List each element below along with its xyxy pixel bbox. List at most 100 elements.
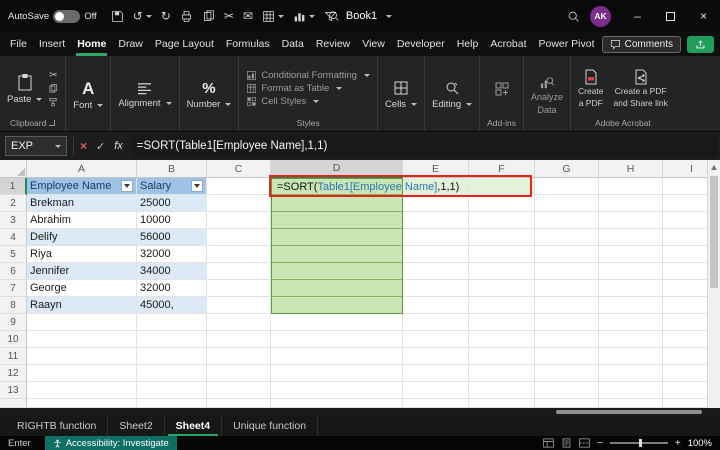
row-header[interactable]: 3 (0, 212, 27, 229)
col-header-a[interactable]: A (27, 160, 137, 178)
autosave-toggle[interactable]: AutoSave Off (8, 10, 97, 23)
cell[interactable] (535, 348, 599, 365)
addins-button[interactable] (494, 81, 510, 97)
cell[interactable] (403, 331, 469, 348)
tab-formulas[interactable]: Formulas (220, 34, 276, 56)
cell-name[interactable]: Abrahim (27, 212, 137, 229)
autosave-switch[interactable] (53, 10, 80, 23)
cell[interactable] (599, 212, 663, 229)
cell-salary[interactable]: 25000 (137, 195, 207, 212)
cell[interactable] (535, 263, 599, 280)
cell-name[interactable]: Delify (27, 229, 137, 246)
copy-icon[interactable] (48, 84, 58, 94)
cell[interactable] (469, 331, 535, 348)
cell[interactable] (27, 314, 137, 331)
row-header[interactable] (0, 399, 27, 408)
zoom-in-button[interactable]: + (675, 438, 681, 449)
analyze-data-button[interactable]: Analyze Data (531, 75, 563, 116)
row-header[interactable]: 9 (0, 314, 27, 331)
page-layout-view-icon[interactable] (561, 438, 572, 448)
tab-data[interactable]: Data (276, 34, 310, 56)
cell[interactable] (403, 246, 469, 263)
enter-button[interactable]: ✓ (96, 140, 105, 153)
cell[interactable] (599, 399, 663, 408)
zoom-slider[interactable] (610, 442, 668, 444)
tab-help[interactable]: Help (451, 34, 485, 56)
cell-salary[interactable]: 45000, (137, 297, 207, 314)
col-header-d[interactable]: D (271, 160, 403, 178)
cell[interactable] (403, 280, 469, 297)
row-header[interactable]: 8 (0, 297, 27, 314)
cell[interactable] (535, 297, 599, 314)
cell-name[interactable]: George (27, 280, 137, 297)
cell[interactable] (403, 314, 469, 331)
mail-icon[interactable]: ✉ (243, 10, 253, 22)
col-header-b[interactable]: B (137, 160, 207, 178)
row-header[interactable]: 12 (0, 365, 27, 382)
spill-cell[interactable] (271, 212, 403, 229)
cell[interactable] (207, 212, 271, 229)
tab-developer[interactable]: Developer (391, 34, 451, 56)
filter-dropdown-icon[interactable] (121, 180, 133, 192)
spill-cell[interactable] (271, 297, 403, 314)
cell[interactable] (535, 212, 599, 229)
cell[interactable] (535, 365, 599, 382)
cell[interactable] (403, 212, 469, 229)
cell[interactable] (207, 178, 271, 195)
spill-cell[interactable] (271, 229, 403, 246)
tab-view[interactable]: View (356, 34, 391, 56)
cell[interactable] (535, 229, 599, 246)
row-header[interactable]: 11 (0, 348, 27, 365)
tab-insert[interactable]: Insert (33, 34, 71, 56)
cell[interactable] (207, 382, 271, 399)
name-box[interactable]: EXP (5, 136, 67, 156)
cell[interactable] (207, 229, 271, 246)
cell[interactable] (469, 246, 535, 263)
cell[interactable] (599, 246, 663, 263)
tab-power-pivot[interactable]: Power Pivot (533, 34, 601, 56)
row-header[interactable]: 7 (0, 280, 27, 297)
cell[interactable] (403, 365, 469, 382)
table-icon[interactable] (262, 10, 284, 23)
cell[interactable] (137, 314, 207, 331)
sheet-tab-sheet2[interactable]: Sheet2 (108, 416, 164, 436)
cell[interactable] (469, 399, 535, 408)
cell[interactable] (469, 297, 535, 314)
close-button[interactable]: × (687, 0, 720, 32)
cell[interactable] (599, 331, 663, 348)
cell[interactable] (271, 365, 403, 382)
cell[interactable] (535, 280, 599, 297)
cell[interactable] (27, 331, 137, 348)
cell[interactable] (599, 365, 663, 382)
cell[interactable] (207, 195, 271, 212)
cell[interactable] (137, 348, 207, 365)
cell[interactable] (207, 399, 271, 408)
cell[interactable] (403, 195, 469, 212)
cell[interactable] (599, 382, 663, 399)
table-header-employee-name[interactable]: Employee Name (27, 178, 137, 195)
col-header-h[interactable]: H (599, 160, 663, 178)
cell[interactable] (207, 314, 271, 331)
sheet-tab-sheet4[interactable]: Sheet4 (165, 416, 222, 436)
alignment-menu-button[interactable]: Alignment (118, 82, 171, 109)
cell[interactable] (207, 331, 271, 348)
filter-dropdown-icon[interactable] (191, 180, 203, 192)
format-painter-icon[interactable] (48, 97, 58, 107)
tab-home[interactable]: Home (71, 34, 112, 56)
cell-name[interactable]: Jennifer (27, 263, 137, 280)
print-icon[interactable] (180, 10, 193, 23)
zoom-slider-handle[interactable] (639, 439, 642, 447)
tab-review[interactable]: Review (310, 34, 356, 56)
cell[interactable] (535, 399, 599, 408)
font-menu-button[interactable]: A Font (73, 80, 103, 111)
cell[interactable] (469, 280, 535, 297)
cell[interactable] (469, 212, 535, 229)
cell[interactable] (27, 382, 137, 399)
cell[interactable] (535, 331, 599, 348)
cell[interactable] (403, 382, 469, 399)
cell[interactable] (535, 246, 599, 263)
cell-name[interactable]: Brekman (27, 195, 137, 212)
col-header-g[interactable]: G (535, 160, 599, 178)
cell[interactable] (137, 331, 207, 348)
cell[interactable] (599, 229, 663, 246)
